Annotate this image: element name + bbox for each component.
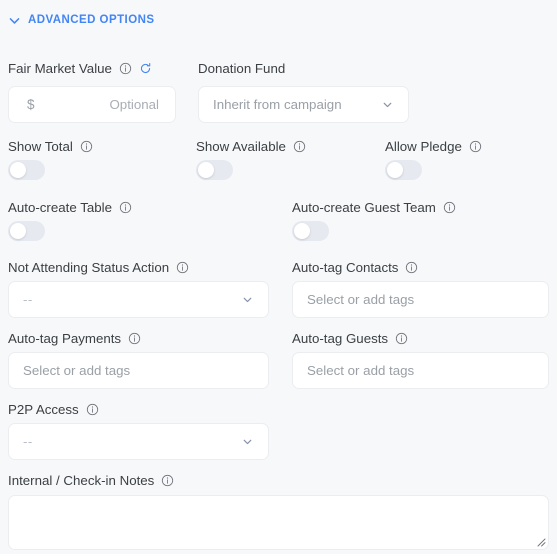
not-attending-status-action-label-text: Not Attending Status Action [8,260,170,275]
internal-checkin-notes-label-text: Internal / Check-in Notes [8,473,155,488]
show-available-toggle[interactable] [196,160,233,180]
auto-tag-payments-placeholder: Select or add tags [23,363,131,378]
auto-create-table-toggle[interactable] [8,221,45,241]
info-icon[interactable] [405,261,418,274]
auto-tag-contacts-label: Auto-tag Contacts [292,261,418,274]
auto-tag-contacts-label-text: Auto-tag Contacts [292,260,399,275]
auto-tag-guests-placeholder: Select or add tags [307,363,415,378]
info-icon[interactable] [119,201,132,214]
toggle-knob [387,162,403,178]
toggle-knob [198,162,214,178]
show-total-toggle[interactable] [8,160,45,180]
advanced-options-title: ADVANCED OPTIONS [28,13,155,26]
fair-market-value-label-text: Fair Market Value [8,61,112,76]
donation-fund-value: Inherit from campaign [213,97,342,112]
info-icon[interactable] [119,62,132,75]
not-attending-status-action-select[interactable]: -- [8,281,269,318]
info-icon[interactable] [86,403,99,416]
donation-fund-label-text: Donation Fund [198,61,286,76]
auto-create-guest-team-label: Auto-create Guest Team [292,201,456,214]
p2p-access-label: P2P Access [8,403,99,416]
chevron-down-icon [241,293,268,306]
info-icon[interactable] [469,140,482,153]
resize-grip-icon[interactable] [534,535,546,547]
allow-pledge-label: Allow Pledge [385,140,482,153]
p2p-access-value: -- [23,434,33,449]
auto-tag-payments-input[interactable]: Select or add tags [8,352,269,389]
info-icon[interactable] [293,140,306,153]
show-total-label: Show Total [8,140,93,153]
auto-tag-payments-label-text: Auto-tag Payments [8,331,122,346]
info-icon[interactable] [395,332,408,345]
allow-pledge-toggle[interactable] [385,160,422,180]
info-icon[interactable] [443,201,456,214]
auto-tag-guests-input[interactable]: Select or add tags [292,352,549,389]
auto-tag-guests-label: Auto-tag Guests [292,332,408,345]
advanced-options-panel: ADVANCED OPTIONS Fair Market Value $ Opt… [0,0,557,554]
donation-fund-select[interactable]: Inherit from campaign [198,86,409,123]
toggle-knob [10,162,26,178]
auto-create-table-label-text: Auto-create Table [8,200,112,215]
fair-market-value-label: Fair Market Value [8,62,152,75]
advanced-options-toggle-header[interactable]: ADVANCED OPTIONS [8,14,154,27]
donation-fund-label: Donation Fund [198,61,286,76]
auto-tag-contacts-placeholder: Select or add tags [307,292,415,307]
auto-tag-payments-label: Auto-tag Payments [8,332,141,345]
allow-pledge-label-text: Allow Pledge [385,139,462,154]
auto-tag-guests-label-text: Auto-tag Guests [292,331,389,346]
info-icon[interactable] [176,261,189,274]
fair-market-value-placeholder: Optional [109,97,159,112]
info-icon[interactable] [80,140,93,153]
p2p-access-label-text: P2P Access [8,402,79,417]
auto-create-guest-team-toggle[interactable] [292,221,329,241]
currency-prefix: $ [27,97,35,112]
toggle-knob [294,223,310,239]
not-attending-status-action-label: Not Attending Status Action [8,261,189,274]
auto-create-guest-team-label-text: Auto-create Guest Team [292,200,436,215]
chevron-down-icon [241,435,268,448]
internal-checkin-notes-label: Internal / Check-in Notes [8,474,174,487]
chevron-down-icon [8,14,21,27]
info-icon[interactable] [161,474,174,487]
info-icon[interactable] [128,332,141,345]
show-total-label-text: Show Total [8,139,73,154]
internal-checkin-notes-textarea[interactable] [8,495,549,550]
p2p-access-select[interactable]: -- [8,423,269,460]
show-available-label-text: Show Available [196,139,286,154]
not-attending-status-action-value: -- [23,292,33,307]
chevron-down-icon [381,98,408,111]
refresh-icon[interactable] [139,62,152,75]
auto-tag-contacts-input[interactable]: Select or add tags [292,281,549,318]
fair-market-value-input[interactable]: $ Optional [8,86,176,123]
toggle-knob [10,223,26,239]
show-available-label: Show Available [196,140,306,153]
auto-create-table-label: Auto-create Table [8,201,132,214]
